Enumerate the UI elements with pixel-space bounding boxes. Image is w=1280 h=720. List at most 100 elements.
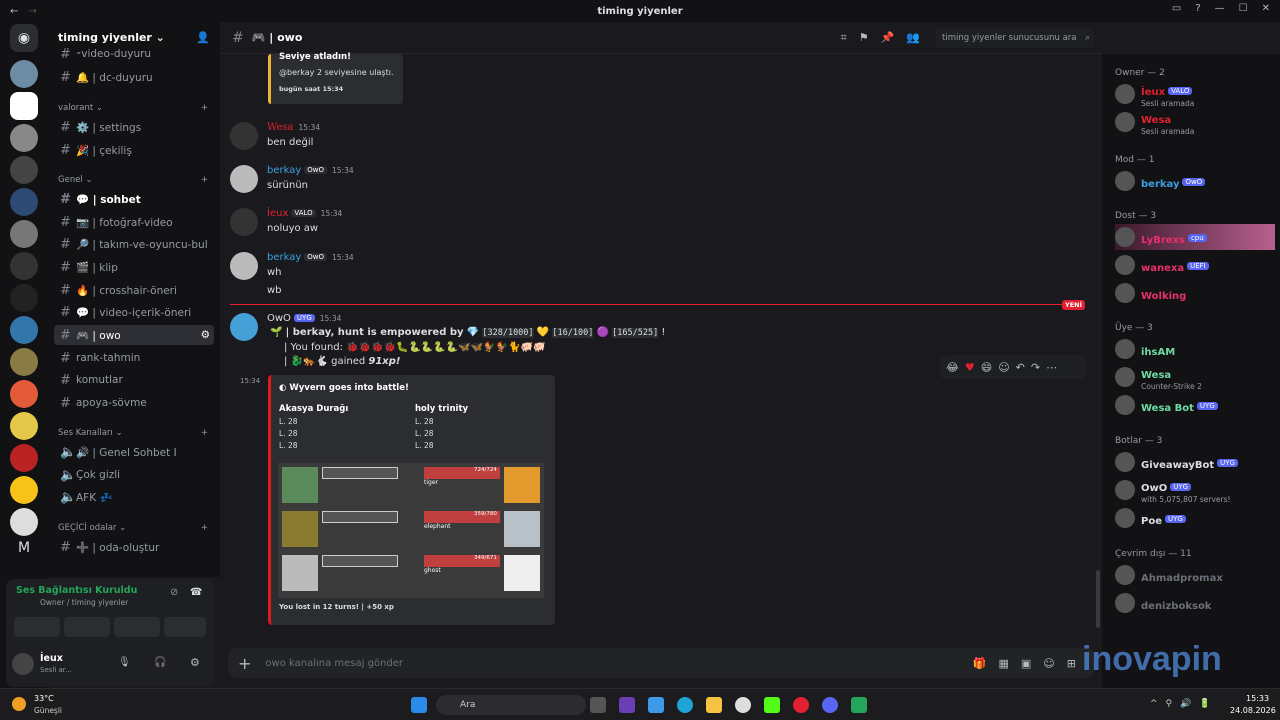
member-item[interactable]: LyBrexs cpu — [1115, 224, 1275, 250]
app-icon[interactable] — [619, 697, 635, 713]
voice-channel-item[interactable]: 🔈 AFK 💤 — [54, 487, 214, 507]
server-icon[interactable] — [10, 508, 38, 536]
add-channel-icon[interactable]: + — [201, 523, 208, 533]
server-icon[interactable] — [10, 316, 38, 344]
taskbar-search[interactable]: Ara — [436, 695, 586, 715]
member-item[interactable]: denizboksok — [1115, 590, 1275, 616]
edge-icon[interactable] — [677, 697, 693, 713]
folder-icon[interactable] — [706, 697, 722, 713]
author-name[interactable]: İeux — [267, 208, 288, 219]
channel-item[interactable]: # ➕ | oda-oluştur — [54, 537, 214, 557]
member-item[interactable]: GiveawayBot UYG — [1115, 449, 1275, 475]
server-icon[interactable] — [10, 220, 38, 248]
reply-icon[interactable]: ↶ — [1016, 361, 1025, 374]
windows-start-icon[interactable] — [411, 697, 427, 713]
message-composer[interactable]: + owo kanalına mesaj gönder 🎁▦▣☺⊞ — [228, 648, 1094, 678]
channel-item[interactable]: # ⚙️ | settings — [54, 117, 214, 137]
server-icon[interactable]: M — [10, 540, 38, 568]
voice-channel-item[interactable]: 🔈 🔊 | Genel Sohbet I — [54, 442, 214, 462]
server-icon[interactable] — [10, 284, 38, 312]
server-icon[interactable] — [10, 380, 38, 408]
opera-icon[interactable] — [793, 697, 809, 713]
message-input[interactable]: owo kanalına mesaj gönder — [265, 658, 403, 669]
channel-item[interactable]: # 🎬 | klip — [54, 257, 214, 277]
forward-icon[interactable]: ↷ — [1031, 361, 1040, 374]
server-icon[interactable] — [10, 412, 38, 440]
chrome-icon[interactable] — [735, 697, 751, 713]
author-name[interactable]: berkay — [267, 165, 301, 176]
avatar[interactable] — [230, 122, 258, 150]
avatar[interactable] — [230, 208, 258, 236]
member-item[interactable]: wanexa UEFI — [1115, 252, 1275, 278]
avatar[interactable] — [230, 252, 258, 280]
discord-icon[interactable] — [822, 697, 838, 713]
server-icon[interactable] — [10, 92, 38, 120]
avatar[interactable] — [230, 165, 258, 193]
server-icon[interactable] — [10, 252, 38, 280]
store-icon[interactable] — [648, 697, 664, 713]
member-item[interactable]: Ahmadpromax — [1115, 562, 1275, 588]
reaction-icon[interactable]: 😂 — [946, 361, 959, 374]
voice-channel-item[interactable]: 🔈 Çok gizli — [54, 465, 214, 485]
channel-item[interactable]: # 🎉 | çekiliş — [54, 140, 214, 160]
channel-item-owo[interactable]: # 🎮 | owo ⚙ — [54, 325, 214, 345]
channel-item[interactable]: # 💬 | sohbet — [54, 189, 214, 209]
channel-item[interactable]: # 🔔 | dc-duyuru — [54, 67, 214, 87]
invite-icon[interactable]: 👤 — [196, 31, 210, 44]
soundboard-button[interactable] — [164, 617, 206, 637]
add-channel-icon[interactable]: + — [201, 428, 208, 438]
task-view-icon[interactable] — [590, 697, 606, 713]
server-icon[interactable] — [10, 476, 38, 504]
search-input[interactable]: timing yiyenler sunucusunu ara ⌕ — [936, 27, 1094, 48]
add-channel-icon[interactable]: + — [201, 103, 208, 113]
disconnect-icon[interactable]: ☎ — [190, 587, 202, 598]
member-item[interactable]: ihsAM — [1115, 336, 1275, 362]
avatar[interactable] — [12, 653, 34, 675]
discord-home-icon[interactable]: ◉ — [10, 24, 38, 52]
kick-icon[interactable] — [764, 697, 780, 713]
author-name[interactable]: OwO — [267, 313, 291, 324]
reaction-icon[interactable]: ♥ — [965, 361, 975, 374]
channel-item[interactable]: # 🔥 | crosshair-öneri — [54, 280, 214, 300]
noise-icon[interactable]: ⊘ — [170, 587, 178, 598]
more-icon[interactable]: ⋯ — [1046, 361, 1057, 374]
server-icon[interactable] — [10, 124, 38, 152]
server-icon[interactable] — [10, 348, 38, 376]
member-item[interactable]: Poe UYG — [1115, 505, 1275, 531]
member-item[interactable]: OwO UYG with 5,075,807 servers! — [1115, 477, 1275, 504]
category-gecici[interactable]: GEÇİCİ odalar ⌄ + — [58, 523, 208, 533]
channel-item[interactable]: # apoya-sövme — [54, 393, 214, 413]
channel-item[interactable]: # komutlar — [54, 370, 214, 390]
reaction-icon[interactable]: 😄 — [981, 361, 992, 374]
channel-item[interactable]: # ⁃video-duyuru — [54, 44, 214, 64]
author-name[interactable]: berkay — [267, 252, 301, 263]
gear-icon[interactable]: ⚙ — [190, 656, 200, 669]
forward-icon[interactable]: → — [28, 6, 36, 17]
category-ses[interactable]: Ses Kanalları ⌄ + — [58, 428, 208, 438]
member-item[interactable]: İeux VALO Sesli aramada — [1115, 81, 1275, 108]
inbox-icon[interactable]: ▭ — [1172, 3, 1181, 14]
server-icon[interactable] — [10, 60, 38, 88]
header-tools[interactable]: ⌗⚑📌👥 — [841, 31, 932, 45]
app-icon[interactable] — [851, 697, 867, 713]
attach-icon[interactable]: + — [238, 654, 251, 673]
composer-tools[interactable]: 🎁▦▣☺⊞ — [973, 657, 1094, 670]
minimize-icon[interactable]: — — [1215, 3, 1225, 14]
camera-button[interactable] — [14, 617, 60, 637]
maximize-icon[interactable]: ☐ — [1239, 3, 1248, 14]
back-icon[interactable]: ← — [10, 6, 18, 17]
scrollbar[interactable] — [1096, 570, 1100, 628]
member-item[interactable]: Wesa Bot UYG — [1115, 392, 1275, 418]
category-genel[interactable]: Genel ⌄ + — [58, 175, 208, 185]
close-icon[interactable]: ✕ — [1262, 3, 1270, 14]
avatar[interactable] — [230, 313, 258, 341]
message-actions[interactable]: 😂 ♥ 😄 ☺ ↶ ↷ ⋯ — [940, 355, 1086, 379]
add-reaction-icon[interactable]: ☺ — [998, 361, 1009, 374]
screenshare-button[interactable] — [64, 617, 110, 637]
channel-item[interactable]: # rank-tahmin — [54, 348, 214, 368]
channel-item[interactable]: # 📷 | fotoğraf-video — [54, 212, 214, 232]
activity-button[interactable] — [114, 617, 160, 637]
server-icon[interactable] — [10, 188, 38, 216]
help-icon[interactable]: ? — [1195, 3, 1200, 14]
member-item[interactable]: Wesa Counter-Strike 2 — [1115, 364, 1275, 391]
